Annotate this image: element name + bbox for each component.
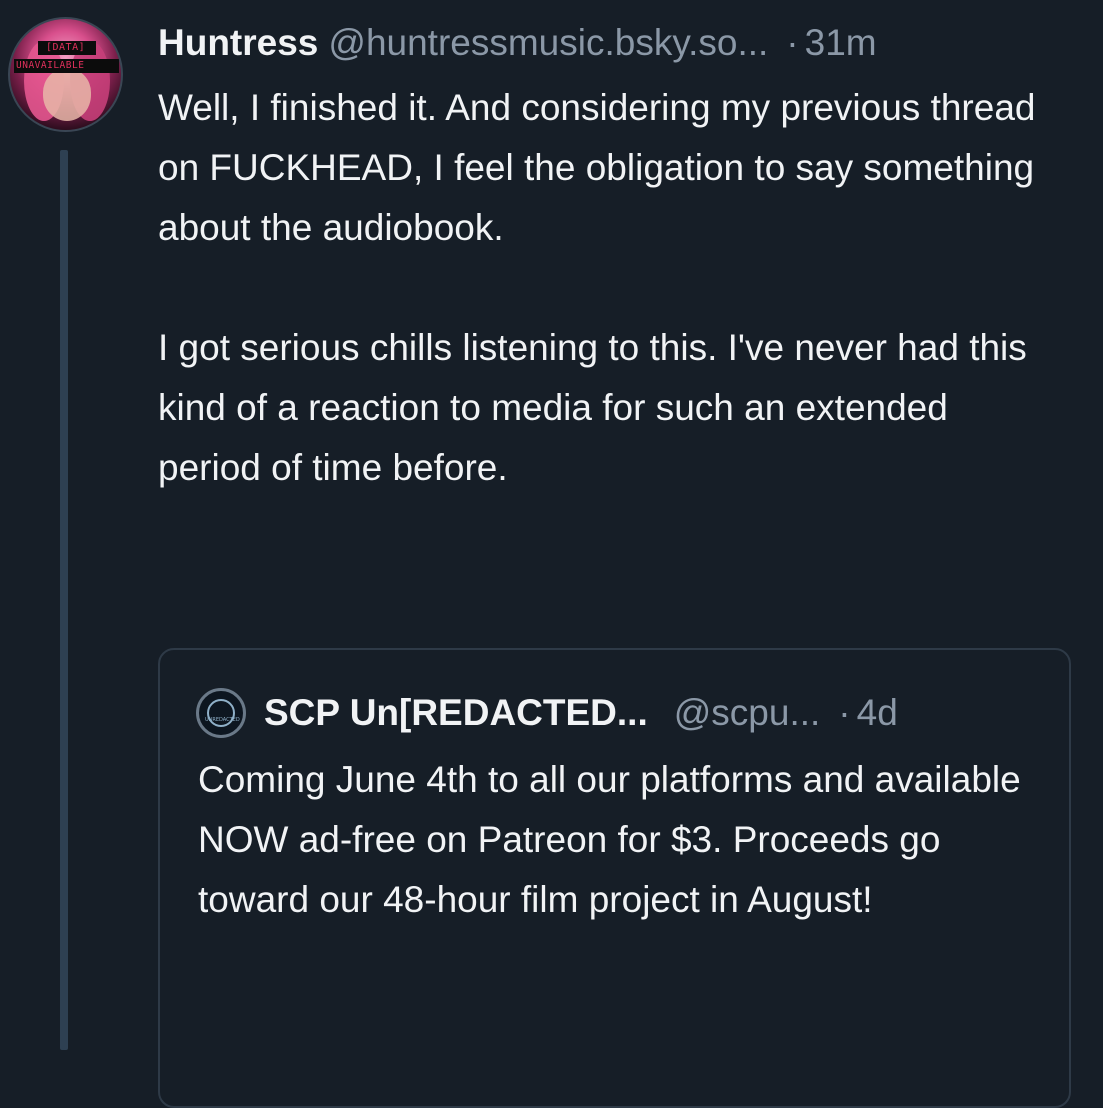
quoted-avatar-text: UNREDACTED xyxy=(205,717,240,723)
post-paragraph-2: I got serious chills listening to this. … xyxy=(158,327,1027,488)
post-text: Well, I finished it. And considering my … xyxy=(158,78,1058,498)
post-header: Huntress @huntressmusic.bsky.so... · 31m xyxy=(158,18,877,68)
author-avatar[interactable]: [DATA] UNAVAILABLE xyxy=(8,17,123,132)
thread-line xyxy=(60,150,68,1050)
author-display-name[interactable]: Huntress xyxy=(158,18,318,68)
quoted-author-handle[interactable]: @scpu... xyxy=(674,688,821,738)
quoted-header-separator: · xyxy=(838,692,851,733)
avatar-text-data: [DATA] xyxy=(46,42,86,53)
quoted-post-card[interactable]: UNREDACTED SCP Un[REDACTED... @scpu... ·… xyxy=(158,648,1071,1108)
author-handle[interactable]: @huntressmusic.bsky.so... xyxy=(328,18,768,68)
quoted-author-avatar[interactable]: UNREDACTED xyxy=(196,688,246,738)
quoted-author-display-name[interactable]: SCP Un[REDACTED... xyxy=(264,688,648,738)
post-timestamp[interactable]: 31m xyxy=(805,18,877,68)
header-separator: · xyxy=(786,22,799,63)
quoted-post-header: SCP Un[REDACTED... @scpu... · 4d xyxy=(264,688,898,738)
quoted-post-text: Coming June 4th to all our platforms and… xyxy=(198,759,1021,920)
avatar-text-unavailable: UNAVAILABLE xyxy=(16,60,85,71)
post-paragraph-1: Well, I finished it. And considering my … xyxy=(158,87,1036,248)
quoted-post-timestamp[interactable]: 4d xyxy=(857,688,898,738)
avatar-face xyxy=(43,69,91,121)
